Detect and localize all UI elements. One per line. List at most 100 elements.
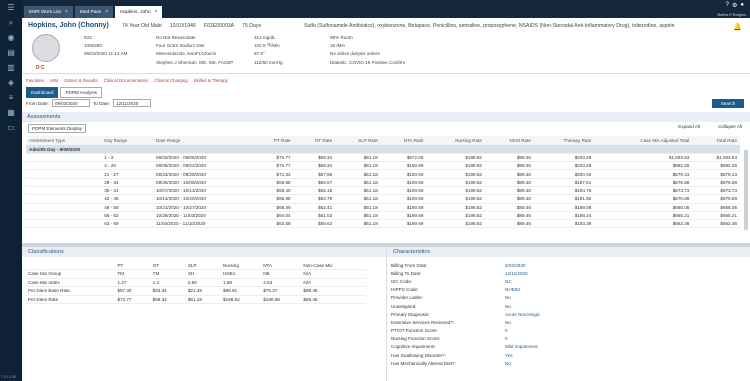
table-cell: $61.18 [335,153,381,163]
table-cell: $75.37 [261,286,302,296]
assessments-table: Assessment Type Day Range Date Range PT Rat… [26,136,740,229]
table-cell: 10/07/2020 - 10/13/2020 [152,186,253,196]
to-date-input[interactable]: 12/11/2020 [113,99,152,107]
patient-header: Hopkins, John (Chonny) 74 Year Old Male … [22,18,750,74]
table-cell: $190.69 [261,295,302,304]
table-cell: $89.46 [484,211,534,221]
menu-icon[interactable]: ☰ [0,0,22,15]
characteristic-row: Billing To Date: 12/11/2020 [391,269,750,277]
menu-clinical-charging[interactable]: Clinical Charging [154,78,187,83]
search-button[interactable]: Search [712,99,744,108]
table-row[interactable]: 21 - 27 09/23/2020 - 09/29/2020 $71.32 $67.… [26,169,740,179]
table-cell: $665.21 [692,211,740,221]
table-cell: $61.18 [335,219,381,229]
close-icon[interactable]: × [65,9,68,15]
menu-orders[interactable]: Orders & Results [64,78,97,83]
tab-patient[interactable]: Hopkins, John × [115,6,163,18]
table-cell: $198.82 [426,186,485,196]
table-row[interactable]: 28 - 34 09/30/2020 - 10/06/2020 $69.86 $66.… [26,178,740,188]
table-cell: $67.96 [293,169,336,179]
table-row[interactable]: 63 - 69 11/04/2020 - 11/10/2020 $62.58 $59.… [26,219,740,229]
table-cell: 10/21/2020 - 10/27/2020 [152,203,253,212]
table-row[interactable]: 1 - 3 09/03/2020 - 09/05/2020 $72.77 $69.34… [26,153,740,163]
top-actions: ? ⚙ ● [726,2,744,9]
table-cell: $66.95 [252,194,294,204]
tab-label: Hopkins, John [120,9,151,15]
table-row: Case Mix Group TM TM SH HDE1 NB N/A [26,269,366,279]
menu-favorites[interactable]: Favorites [26,78,44,83]
code-status: Do Not Resuscitate [156,35,196,40]
table-cell: 2.53 [261,278,302,287]
settings-icon[interactable]: ⚙ [732,2,737,9]
table-cell: $61.18 [335,169,381,179]
avatar[interactable]: ● [740,2,744,9]
table-cell: $1,063.63 [692,153,740,163]
characteristic-row: Billing From Date: 9/03/2020 [391,261,750,269]
grid-icon[interactable]: ▦ [0,105,22,120]
menu-clinical-documentation[interactable]: Clinical Documentation [104,78,149,83]
table-cell: N/A [301,278,366,287]
help-icon[interactable]: ? [726,2,729,9]
close-icon[interactable]: × [155,9,158,15]
table-cell: $198.82 [426,169,485,179]
close-icon[interactable]: × [105,9,108,15]
column-header: Day Range [101,136,153,146]
column-header: Nursing [221,261,262,270]
patient-name[interactable]: Hopkins, John (Chonny) [28,22,109,29]
characteristic-row: Primary Diagnosis: Acute Neurologic [391,310,750,318]
bell-icon[interactable]: 🔔 [733,23,742,31]
table-cell: $89.46 [484,203,534,212]
characteristic-value: 0 [505,336,508,342]
to-date-label: To Date: [92,100,111,106]
characteristic-row: Has Mechanically Altered Diet?: No [391,359,750,367]
table-cell: $197.61 [533,178,595,188]
table-cell: 56 - 62 [101,211,153,221]
column-header: NCM Rate [484,136,534,146]
table-row[interactable]: 4 - 20 09/06/2020 - 09/22/2020 $72.77 $69.3… [26,161,740,171]
tab-dashboard[interactable]: Dashboard [26,87,59,98]
table-cell: $89.46 [484,186,534,196]
column-header: Therapy Rate [533,136,595,146]
list-icon[interactable]: ≡ [0,90,22,105]
menu-skilled-therapy[interactable]: Skilled & Therapy [194,78,228,83]
scrollbar[interactable] [744,150,748,230]
expand-all-button[interactable]: Expand All [678,124,700,129]
table-cell: $190.69 [380,186,427,196]
table-cell: $61.18 [335,178,381,188]
table-cell: $668.05 [594,203,693,212]
assessments-header: Assessments [22,112,750,122]
table-cell: $191.92 [533,194,595,204]
pdpm-elements-button[interactable]: PDPM Elements Display [28,124,87,133]
table-cell: $71.32 [252,169,294,179]
table-cell: $53.34 [150,286,186,296]
table-cell: $198.82 [426,178,485,188]
table-cell: 28 - 34 [101,178,153,188]
table-cell: $59.63 [293,219,336,229]
from-date-label: From Date: [26,100,49,106]
from-date-input[interactable]: 09/03/2020 [51,99,90,107]
column-header: NTA Rate [380,136,427,146]
classifications-title: Classifications [22,247,386,257]
table-row[interactable]: 35 - 41 10/07/2020 - 10/13/2020 $68.40 $65.… [26,186,740,196]
table-row[interactable]: 49 - 55 10/21/2020 - 10/27/2020 $65.49 $62.… [26,203,740,212]
clipboard-icon[interactable]: ▤ [0,45,22,60]
room-value: 533 [84,35,92,40]
collapse-all-button[interactable]: Collapse All [718,124,742,129]
table-row[interactable]: 42 - 48 10/14/2020 - 10/20/2020 $66.95 $63.… [26,194,740,204]
search-icon[interactable]: ⌕ [0,15,22,30]
group-row[interactable]: Admit/5 Day - 9/09/2020 [26,145,740,154]
table-cell: 09/03/2020 - 09/05/2020 [152,153,253,163]
table-row[interactable]: 56 - 62 10/28/2020 - 11/03/2020 $64.04 $61.… [26,211,740,221]
document-icon[interactable]: ▥ [0,60,22,75]
characteristic-label: HIPPS Code: [391,287,419,293]
menu-him[interactable]: HIM [50,78,58,83]
tab-emr-work-list[interactable]: EMR Work List × [24,6,73,18]
table-cell: 63 - 69 [101,219,153,229]
table-cell: 4 - 20 [101,161,153,171]
tab-med-pass[interactable]: Med Pass × [74,6,114,18]
tab-pdpm-analysis[interactable]: PDPM Analysis [60,87,102,98]
folder-icon[interactable]: ▭ [0,120,22,135]
user-icon[interactable]: ◉ [0,30,22,45]
pill-icon[interactable]: ◈ [0,75,22,90]
table-cell: 1.99 [221,278,262,287]
